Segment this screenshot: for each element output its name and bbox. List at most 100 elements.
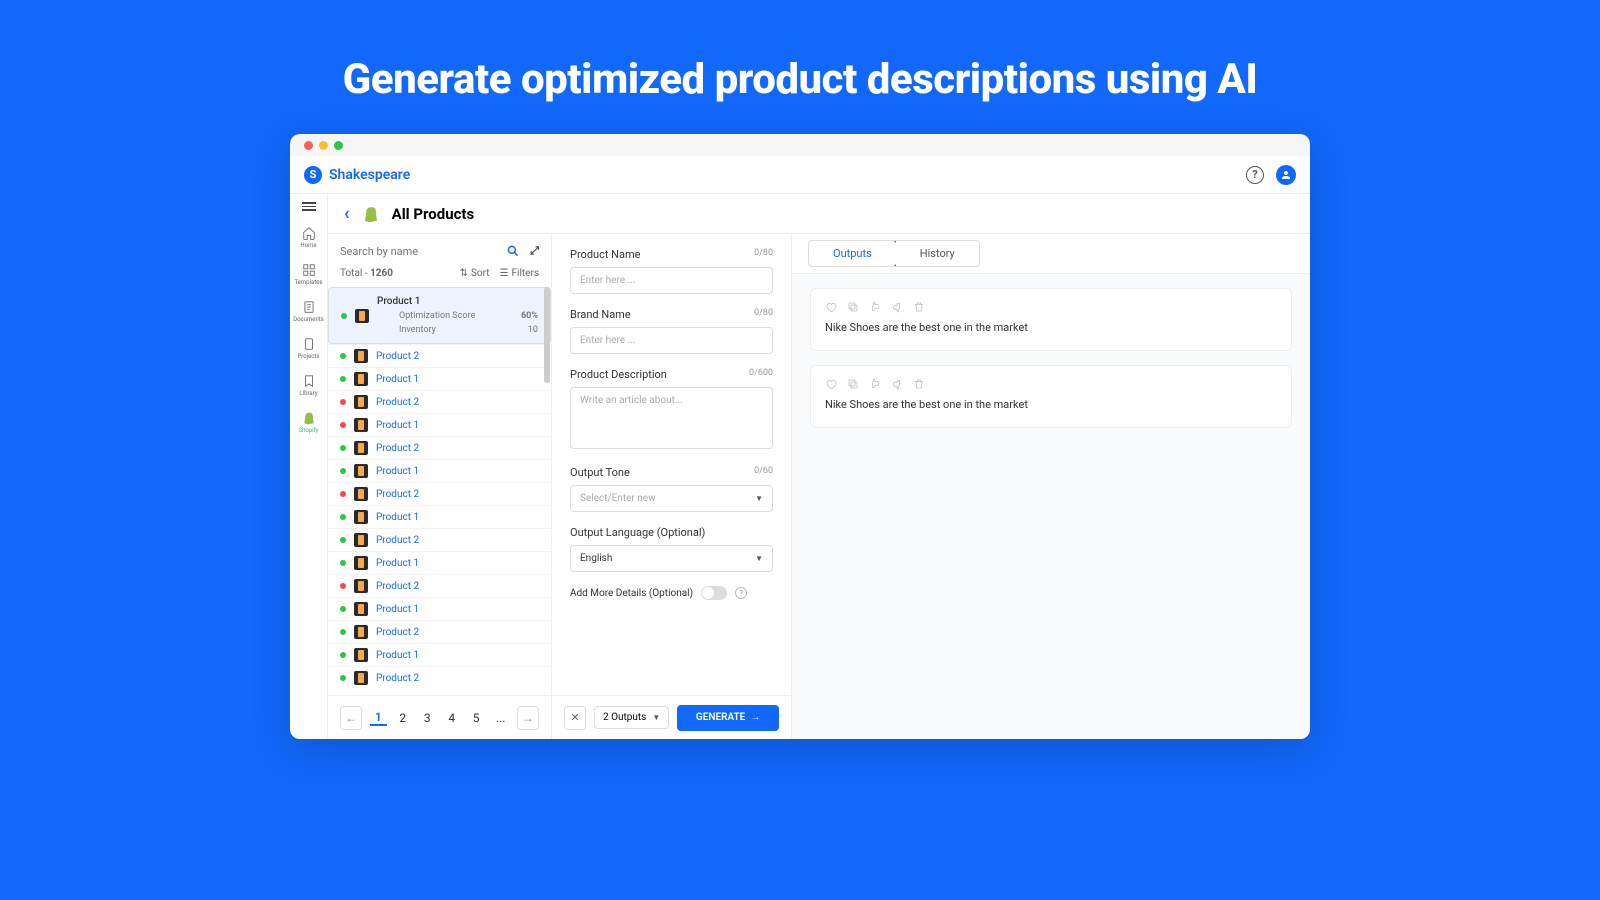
product-thumb — [354, 625, 368, 639]
char-limit: 0/80 — [754, 248, 773, 261]
list-item[interactable]: Product 2 — [328, 344, 551, 367]
product-name: Product 1 — [376, 374, 419, 385]
product-thumb — [354, 602, 368, 616]
product-thumb — [354, 487, 368, 501]
product-list[interactable]: Product 1 Optimization Score60% Inventor… — [328, 287, 551, 695]
product-thumb — [354, 556, 368, 570]
more-details-toggle[interactable] — [701, 586, 727, 600]
page-prev[interactable]: ← — [340, 706, 362, 730]
product-name-label: Product Name — [570, 248, 641, 261]
page-num[interactable]: 5 — [468, 711, 484, 725]
sidebar-label: Home — [300, 242, 316, 249]
sidebar-item-projects[interactable]: Projects — [291, 332, 327, 365]
list-item[interactable]: Product 2 — [328, 666, 551, 689]
page-title: All Products — [392, 205, 475, 223]
list-item[interactable]: Product 2 — [328, 528, 551, 551]
status-dot — [340, 514, 346, 520]
tab-outputs[interactable]: Outputs — [808, 240, 897, 267]
list-item[interactable]: Product 2 — [328, 390, 551, 413]
status-dot — [341, 313, 347, 319]
list-item[interactable]: Product 1 — [328, 643, 551, 666]
status-dot — [340, 560, 346, 566]
tab-history[interactable]: History — [896, 241, 979, 266]
sidebar-item-library[interactable]: Library — [291, 369, 327, 402]
status-dot — [340, 353, 346, 359]
status-dot — [340, 491, 346, 497]
sidebar: Home Templates Documents Projects Librar… — [290, 194, 328, 739]
filters-button[interactable]: ☰Filters — [500, 268, 539, 279]
status-dot — [340, 606, 346, 612]
back-icon[interactable]: ‹ — [344, 203, 350, 224]
status-dot — [340, 399, 346, 405]
description-label: Product Description — [570, 368, 667, 381]
scrollbar[interactable] — [544, 287, 550, 383]
list-item[interactable]: Product 1 — [328, 551, 551, 574]
page-num[interactable]: 1 — [370, 710, 386, 726]
tone-select[interactable]: Select/Enter new▼ — [570, 485, 773, 512]
more-details-label: Add More Details (Optional) — [570, 588, 693, 599]
product-list-panel: ⤢ Total - 1260 ⇅Sort ☰Filters — [328, 234, 552, 739]
sidebar-item-documents[interactable]: Documents — [291, 295, 327, 328]
description-input[interactable] — [570, 387, 773, 449]
expand-icon[interactable]: ⤢ — [530, 244, 539, 258]
output-text: Nike Shoes are the best one in the marke… — [825, 321, 1277, 334]
output-actions[interactable] — [825, 301, 1277, 313]
product-name: Product 2 — [376, 673, 419, 684]
total-label: Total - 1260 — [340, 268, 393, 279]
avatar-icon[interactable] — [1276, 165, 1296, 185]
search-input[interactable] — [340, 245, 496, 258]
product-name-input[interactable] — [570, 267, 773, 294]
page-num[interactable]: 2 — [395, 711, 411, 725]
list-item[interactable]: Product 2 — [328, 620, 551, 643]
status-dot — [340, 376, 346, 382]
language-select[interactable]: English▼ — [570, 545, 773, 572]
hero-title: Generate optimized product descriptions … — [0, 0, 1600, 134]
list-item[interactable]: Product 1 — [328, 413, 551, 436]
clear-button[interactable]: ✕ — [564, 706, 586, 730]
brand-name-input[interactable] — [570, 327, 773, 354]
output-text: Nike Shoes are the best one in the marke… — [825, 398, 1277, 411]
outputs-count-select[interactable]: 2 Outputs▼ — [594, 706, 669, 729]
product-name: Product 2 — [376, 351, 419, 362]
menu-icon[interactable] — [302, 202, 316, 211]
sidebar-label: Documents — [293, 316, 324, 323]
list-item[interactable]: Product 1 — [328, 367, 551, 390]
chevron-down-icon: ▼ — [755, 494, 763, 503]
sidebar-item-home[interactable]: Home — [291, 221, 327, 254]
maximize-dot[interactable] — [334, 141, 343, 150]
close-dot[interactable] — [304, 141, 313, 150]
help-icon[interactable]: ? — [735, 587, 747, 599]
search-icon[interactable] — [506, 244, 520, 258]
list-item[interactable]: Product 1 — [328, 505, 551, 528]
list-item[interactable]: Product 2 — [328, 482, 551, 505]
product-thumb — [354, 372, 368, 386]
status-dot — [340, 537, 346, 543]
list-item[interactable]: Product 2 — [328, 574, 551, 597]
page-next[interactable]: → — [517, 706, 539, 730]
char-limit: 0/80 — [754, 308, 773, 321]
output-actions[interactable] — [825, 378, 1277, 390]
product-thumb — [354, 533, 368, 547]
brand[interactable]: S Shakespeare — [304, 166, 410, 184]
product-thumb — [354, 671, 368, 685]
help-icon[interactable]: ? — [1246, 166, 1264, 184]
sidebar-item-shopify[interactable]: Shopify — [291, 406, 327, 439]
brand-name: Shakespeare — [329, 167, 410, 183]
generate-button[interactable]: GENERATE→ — [677, 705, 779, 731]
list-item[interactable]: Product 1 — [328, 459, 551, 482]
status-dot — [340, 422, 346, 428]
sidebar-label: Templates — [294, 279, 322, 286]
titlebar — [290, 134, 1310, 156]
sort-button[interactable]: ⇅Sort — [460, 268, 490, 279]
list-item-selected[interactable]: Product 1 Optimization Score60% Inventor… — [328, 287, 551, 344]
product-name: Product 1 — [376, 420, 419, 431]
minimize-dot[interactable] — [319, 141, 328, 150]
output-card: Nike Shoes are the best one in the marke… — [810, 365, 1292, 428]
list-item[interactable]: Product 2 — [328, 436, 551, 459]
page-num[interactable]: 3 — [419, 711, 435, 725]
list-item[interactable]: Product 1 — [328, 597, 551, 620]
shopify-icon — [362, 205, 380, 223]
sidebar-item-templates[interactable]: Templates — [291, 258, 327, 291]
page-num[interactable]: 4 — [443, 711, 459, 725]
app-window: S Shakespeare ? Home Templates Documents… — [290, 134, 1310, 739]
